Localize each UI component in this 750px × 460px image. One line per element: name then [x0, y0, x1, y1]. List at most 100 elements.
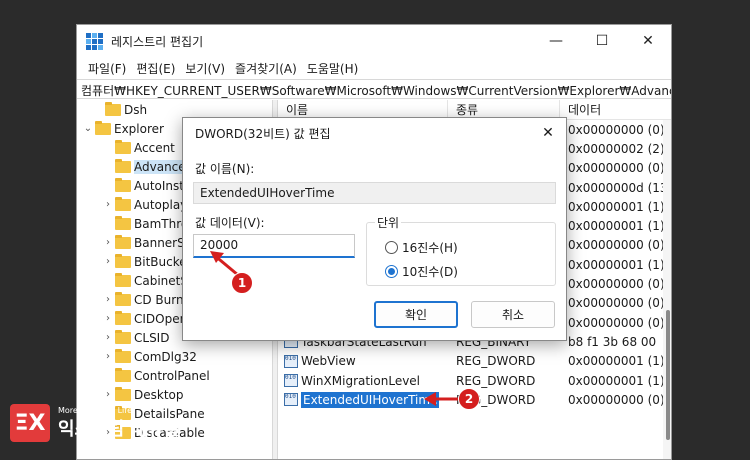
folder-icon [115, 139, 131, 154]
base-group: 단위 16진수(H) 10진수(D) [366, 214, 556, 286]
address-bar[interactable]: 컴퓨터₩HKEY_CURRENT_USER₩Software₩Microsoft… [77, 79, 671, 99]
scrollbar-thumb[interactable] [666, 310, 670, 440]
value-data: 0x00000000 (0) [568, 122, 665, 137]
radio-dec-label: 10진수(D) [402, 265, 458, 279]
menu-view[interactable]: 보기(V) [180, 60, 230, 77]
title-bar[interactable]: 레지스트리 편집기 — ☐ ✕ [77, 25, 671, 57]
value-data: 0x00000000 (0) [568, 296, 665, 311]
logo-tagline: More Better IT Life [58, 405, 133, 415]
minimize-button[interactable]: — [533, 25, 579, 57]
folder-icon [115, 177, 131, 192]
window-title: 레지스트리 편집기 [111, 34, 204, 49]
edit-dword-dialog: DWORD(32비트) 값 편집 ✕ 값 이름(N): ExtendedUIHo… [182, 117, 567, 341]
tree-item-label: ComDlg32 [134, 349, 197, 364]
menu-bar: 파일(F) 편집(E) 보기(V) 즐겨찾기(A) 도움말(H) [77, 57, 671, 79]
tree-item-label: Dsh [124, 102, 148, 117]
dialog-title-bar: DWORD(32비트) 값 편집 ✕ [183, 118, 566, 148]
value-data: 0x00000001 (1) [568, 199, 665, 214]
logo-name: 익스트림 매뉴얼 [58, 418, 181, 440]
menu-help[interactable]: 도움말(H) [302, 60, 364, 77]
value-data: 0x00000000 (0) [568, 161, 665, 176]
tree-item-label: Autoplay [134, 197, 188, 212]
base-group-title: 단위 [375, 214, 402, 231]
folder-icon [115, 386, 131, 401]
folder-icon [115, 215, 131, 230]
value-name: WinXMigrationLevel [301, 373, 421, 388]
folder-icon [115, 158, 131, 173]
logo-mark: ΞX [10, 404, 50, 442]
tree-item-label: Accent [134, 140, 175, 155]
close-button[interactable]: ✕ [625, 25, 671, 57]
chevron-icon[interactable]: › [103, 294, 113, 305]
value-data: b8 f1 3b 68 00 [568, 334, 657, 349]
tree-item[interactable]: ControlPanel [77, 366, 272, 385]
ok-button[interactable]: 확인 [374, 301, 458, 328]
column-data-header[interactable]: 데이터 [560, 100, 671, 120]
value-data: 0x00000000 (0) [568, 392, 665, 407]
tree-item-label: Desktop [134, 387, 184, 402]
radio-hex-button[interactable] [385, 241, 398, 254]
chevron-icon[interactable]: › [103, 256, 113, 267]
value-type: REG_DWORD [456, 373, 536, 388]
folder-icon [115, 291, 131, 306]
dialog-title: DWORD(32비트) 값 편집 [195, 126, 331, 141]
chevron-icon[interactable]: › [103, 313, 113, 324]
dialog-close-icon[interactable]: ✕ [530, 125, 566, 141]
value-row[interactable]: 010 110WinXMigrationLevel REG_DWORD 0x0000… [278, 371, 671, 390]
value-name-field: ExtendedUIHoverTime [193, 182, 556, 204]
folder-icon [105, 101, 121, 116]
registry-editor-icon [86, 33, 103, 50]
callout-2-arrow-icon [424, 392, 458, 406]
radio-dec-button[interactable] [385, 265, 398, 278]
value-data: 0x0000000d (13) [568, 180, 672, 195]
folder-icon [95, 120, 111, 135]
value-name: ExtendedUIHoverTime [301, 391, 440, 408]
cancel-button[interactable]: 취소 [471, 301, 555, 328]
folder-icon [115, 310, 131, 325]
radio-hex[interactable]: 16진수(H) [385, 239, 458, 256]
chevron-icon[interactable]: › [103, 199, 113, 210]
tree-item[interactable]: › Desktop [77, 385, 272, 404]
value-data: 0x00000000 (0) [568, 315, 665, 330]
dword-value-icon: 010 110 [284, 354, 298, 368]
chevron-icon[interactable]: › [103, 332, 113, 343]
dword-value-icon: 010 110 [284, 393, 298, 407]
menu-edit[interactable]: 편집(E) [131, 60, 180, 77]
folder-icon [115, 196, 131, 211]
value-name-label: 값 이름(N): [195, 162, 255, 176]
value-name: WebView [301, 354, 356, 369]
tree-item-label: Explorer [114, 121, 164, 136]
chevron-icon[interactable]: › [103, 351, 113, 362]
value-data: 0x00000001 (1) [568, 373, 665, 388]
value-data: 0x00000001 (1) [568, 354, 665, 369]
tree-item-label: CLSID [134, 330, 170, 345]
folder-icon [115, 234, 131, 249]
menu-favorites[interactable]: 즐겨찾기(A) [230, 60, 302, 77]
value-row[interactable]: 010 110WebView REG_DWORD 0x00000001 (1) [278, 352, 671, 371]
site-logo: ΞX More Better IT Life 익스트림 매뉴얼 [10, 404, 180, 442]
value-data: 0x00000000 (0) [568, 238, 665, 253]
tree-item[interactable]: › ComDlg32 [77, 347, 272, 366]
folder-icon [115, 367, 131, 382]
value-type: REG_DWORD [456, 354, 536, 369]
value-data: 0x00000001 (1) [568, 257, 665, 272]
menu-file[interactable]: 파일(F) [83, 60, 131, 77]
value-data: 0x00000001 (1) [568, 219, 665, 234]
callout-1: 1 [231, 272, 253, 294]
maximize-button[interactable]: ☐ [579, 25, 625, 57]
value-data-label: 값 데이터(V): [195, 216, 265, 230]
callout-2: 2 [458, 388, 480, 410]
dword-value-icon: 010 110 [284, 374, 298, 387]
chevron-icon[interactable]: ⌄ [83, 123, 93, 134]
value-data: 0x00000002 (2) [568, 141, 665, 156]
value-data: 0x00000000 (0) [568, 277, 665, 292]
folder-icon [115, 329, 131, 344]
radio-dec[interactable]: 10진수(D) [385, 263, 458, 280]
chevron-icon[interactable]: › [103, 237, 113, 248]
tree-item-label: ControlPanel [134, 368, 210, 383]
folder-icon [115, 348, 131, 363]
chevron-icon[interactable]: › [103, 389, 113, 400]
vertical-scrollbar[interactable] [663, 120, 671, 459]
folder-icon [115, 272, 131, 287]
tree-item-label: CIDOpen [134, 311, 188, 326]
